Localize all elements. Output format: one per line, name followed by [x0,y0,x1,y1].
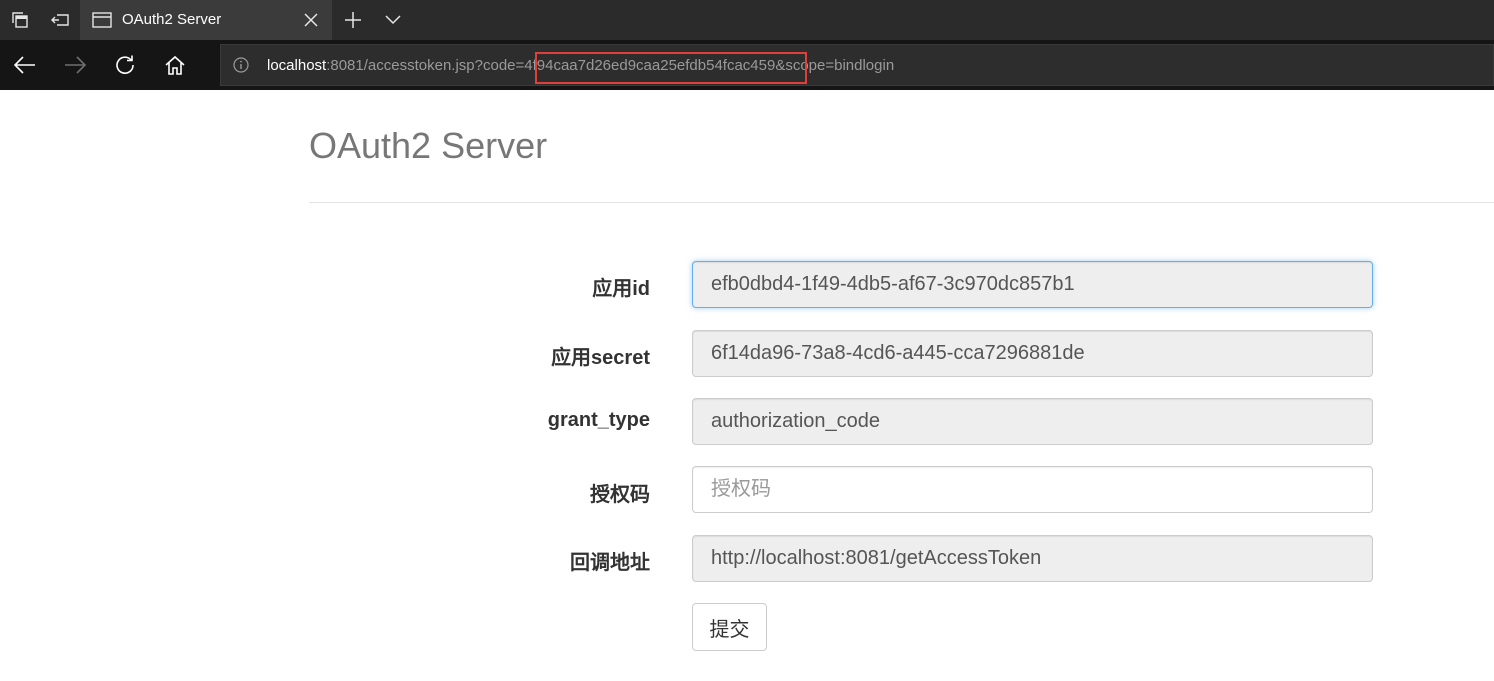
page-icon [92,0,112,40]
active-tab[interactable]: OAuth2 Server [80,0,332,40]
auth-code-label: 授权码 [590,484,650,506]
address-bar[interactable]: localhost:8081/accesstoken.jsp?code=4f94… [220,44,1494,86]
submit-button[interactable]: 提交 [692,603,767,651]
tab-title: OAuth2 Server [122,11,222,28]
new-tab-icon[interactable] [340,0,366,40]
code-highlight-box [535,52,807,84]
app-secret-label: 应用secret [551,347,650,369]
app-secret-field[interactable] [692,330,1373,377]
url-host: localhost [267,57,327,74]
close-tab-icon[interactable] [300,0,322,40]
chevron-down-icon[interactable] [380,0,406,40]
redirect-uri-field[interactable] [692,535,1373,582]
forward-icon[interactable] [50,40,100,90]
home-icon[interactable] [150,40,200,90]
url-path: :8081/accesstoken.jsp?code= [326,57,525,74]
app-id-label: 应用id [592,278,650,300]
back-icon[interactable] [0,40,50,90]
site-info-icon[interactable] [231,45,251,85]
auth-code-field[interactable] [692,466,1373,513]
page-title: OAuth2 Server [309,125,548,166]
app-id-field[interactable] [692,261,1373,308]
grant-type-field[interactable] [692,398,1373,445]
tab-actions-icon[interactable] [6,0,34,40]
grant-type-label: grant_type [547,409,650,431]
title-divider [309,202,1494,203]
set-tabs-aside-icon[interactable] [46,0,74,40]
refresh-icon[interactable] [100,40,150,90]
tab-bar: OAuth2 Server [0,0,1494,40]
redirect-uri-label: 回调地址 [570,552,650,574]
